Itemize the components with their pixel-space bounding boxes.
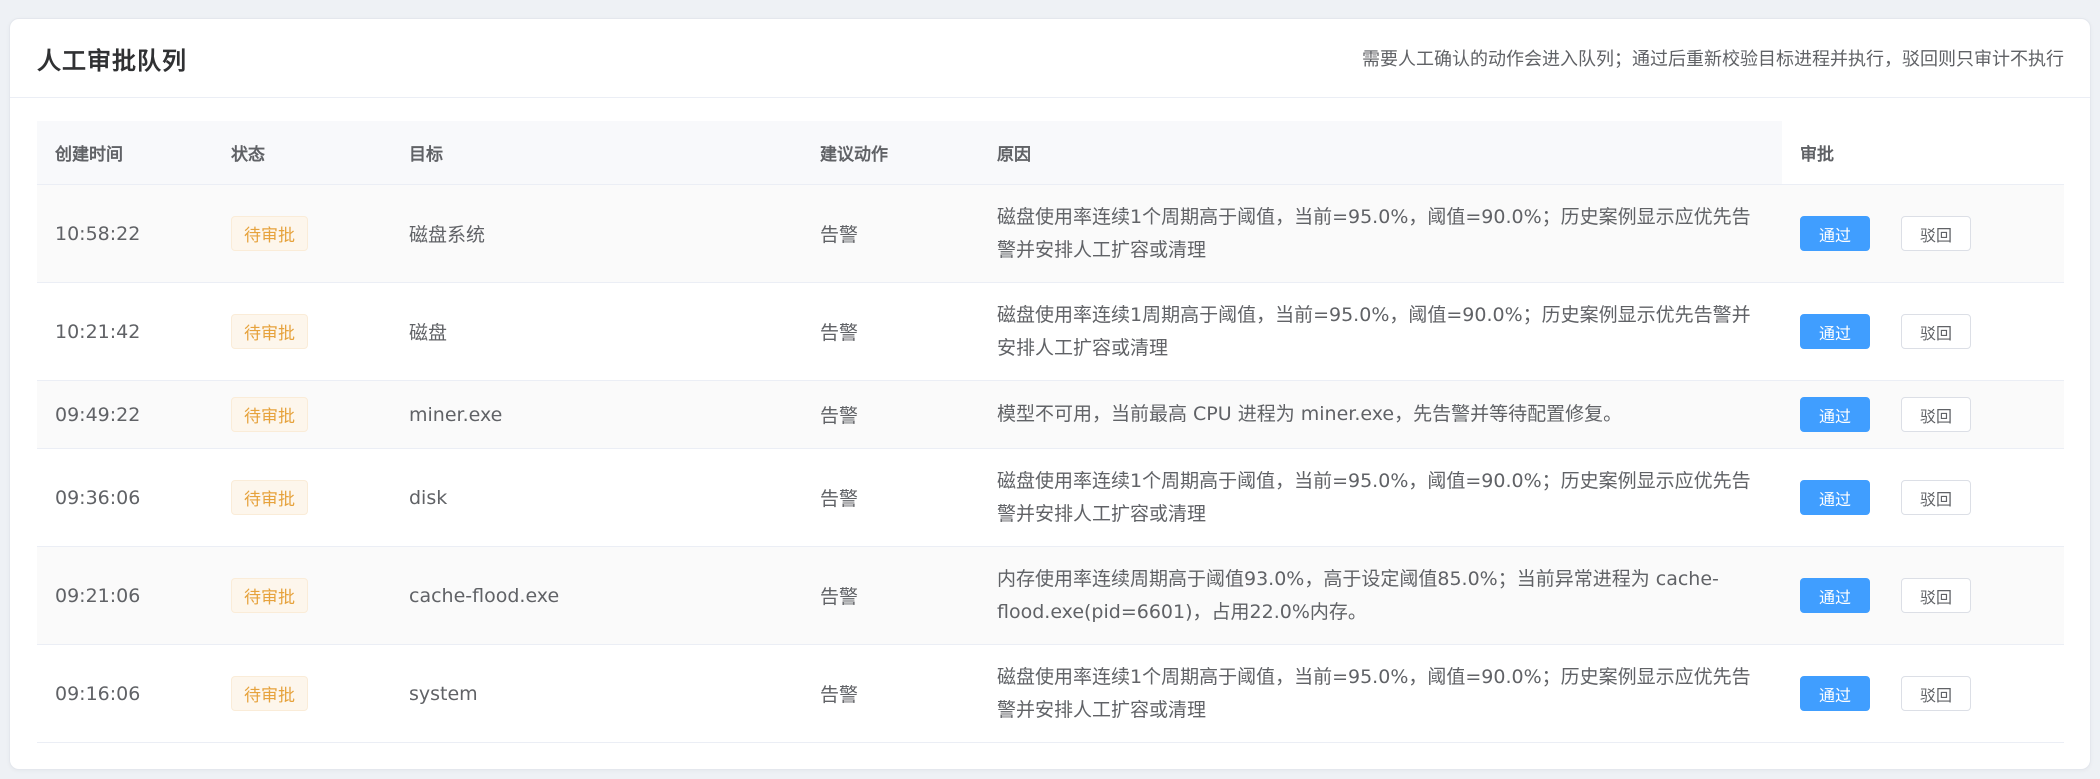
cell-action: 告警 (820, 488, 859, 510)
table-row: 10:58:22 待审批 磁盘系统 告警 磁盘使用率连续1个周期高于阈值，当前=… (37, 185, 2064, 283)
reject-button[interactable]: 驳回 (1901, 480, 1971, 515)
approve-button[interactable]: 通过 (1800, 578, 1870, 613)
cell-time: 09:16:06 (55, 682, 141, 705)
cell-reason: 磁盘使用率连续1个周期高于阈值，当前=95.0%，阈值=90.0%；历史案例显示… (997, 469, 1751, 525)
table-row: 09:36:06 待审批 disk 告警 磁盘使用率连续1个周期高于阈值，当前=… (37, 449, 2064, 547)
cell-approval-actions: 通过 驳回 (1782, 216, 2064, 251)
approve-button[interactable]: 通过 (1800, 676, 1870, 711)
cell-status: 待审批 (213, 216, 391, 251)
cell-status: 待审批 (213, 676, 391, 711)
table-row: 09:21:06 待审批 cache-flood.exe 告警 内存使用率连续周… (37, 547, 2064, 645)
cell-approval-actions: 通过 驳回 (1782, 314, 2064, 349)
status-badge: 待审批 (231, 397, 308, 432)
column-header-suggested-action: 建议动作 (820, 145, 888, 165)
table-row: 09:16:06 待审批 system 告警 磁盘使用率连续1个周期高于阈值，当… (37, 645, 2064, 743)
column-header-target: 目标 (409, 145, 443, 165)
cell-action: 告警 (820, 224, 859, 246)
approve-button[interactable]: 通过 (1800, 397, 1870, 432)
reject-button[interactable]: 驳回 (1901, 676, 1971, 711)
reject-button[interactable]: 驳回 (1901, 578, 1971, 613)
cell-status: 待审批 (213, 314, 391, 349)
status-badge: 待审批 (231, 578, 308, 613)
cell-time: 10:58:22 (55, 222, 141, 245)
cell-reason: 磁盘使用率连续1个周期高于阈值，当前=95.0%，阈值=90.0%；历史案例显示… (997, 665, 1751, 721)
cell-approval-actions: 通过 驳回 (1782, 397, 2064, 432)
cell-action: 告警 (820, 322, 859, 344)
status-badge: 待审批 (231, 216, 308, 251)
reject-button[interactable]: 驳回 (1901, 397, 1971, 432)
approval-queue-panel: 人工审批队列 需要人工确认的动作会进入队列；通过后重新校验目标进程并执行，驳回则… (9, 18, 2091, 770)
cell-target: 磁盘 (409, 322, 448, 344)
cell-reason: 内存使用率连续周期高于阈值93.0%，高于设定阈值85.0%；当前异常进程为 c… (997, 567, 1719, 623)
column-header-reason: 原因 (997, 145, 1031, 165)
reject-button[interactable]: 驳回 (1901, 314, 1971, 349)
column-header-created-time: 创建时间 (55, 145, 123, 165)
status-badge: 待审批 (231, 314, 308, 349)
cell-approval-actions: 通过 驳回 (1782, 578, 2064, 613)
cell-time: 09:49:22 (55, 403, 141, 426)
status-badge: 待审批 (231, 676, 308, 711)
cell-status: 待审批 (213, 480, 391, 515)
status-badge: 待审批 (231, 480, 308, 515)
cell-approval-actions: 通过 驳回 (1782, 676, 2064, 711)
cell-reason: 模型不可用，当前最高 CPU 进程为 miner.exe，先告警并等待配置修复。 (997, 403, 1623, 425)
panel-title: 人工审批队列 (37, 46, 187, 75)
cell-reason: 磁盘使用率连续1周期高于阈值，当前=95.0%，阈值=90.0%；历史案例显示优… (997, 303, 1751, 359)
cell-approval-actions: 通过 驳回 (1782, 480, 2064, 515)
table-row: 10:21:42 待审批 磁盘 告警 磁盘使用率连续1周期高于阈值，当前=95.… (37, 283, 2064, 381)
cell-time: 09:21:06 (55, 584, 141, 607)
cell-reason: 磁盘使用率连续1个周期高于阈值，当前=95.0%，阈值=90.0%；历史案例显示… (997, 205, 1751, 261)
cell-target: system (409, 682, 478, 705)
column-header-status: 状态 (231, 145, 265, 165)
panel-description: 需要人工确认的动作会进入队列；通过后重新校验目标进程并执行，驳回则只审计不执行 (1362, 49, 2064, 70)
table-row: 09:49:22 待审批 miner.exe 告警 模型不可用，当前最高 CPU… (37, 381, 2064, 449)
cell-target: miner.exe (409, 403, 503, 426)
cell-action: 告警 (820, 405, 859, 427)
approve-button[interactable]: 通过 (1800, 216, 1870, 251)
cell-time: 10:21:42 (55, 320, 141, 343)
cell-action: 告警 (820, 684, 859, 706)
cell-target: 磁盘系统 (409, 224, 486, 246)
cell-action: 告警 (820, 586, 859, 608)
cell-time: 09:36:06 (55, 486, 141, 509)
approval-table: 创建时间 状态 目标 建议动作 原因 审批 10:58:22 待审批 磁盘系统 … (37, 121, 2064, 743)
column-header-approval: 审批 (1782, 121, 2064, 184)
cell-status: 待审批 (213, 397, 391, 432)
panel-header: 人工审批队列 需要人工确认的动作会进入队列；通过后重新校验目标进程并执行，驳回则… (10, 19, 2090, 98)
cell-target: disk (409, 486, 448, 509)
approve-button[interactable]: 通过 (1800, 314, 1870, 349)
approve-button[interactable]: 通过 (1800, 480, 1870, 515)
cell-target: cache-flood.exe (409, 584, 560, 607)
table-header-row: 创建时间 状态 目标 建议动作 原因 审批 (37, 121, 2064, 185)
cell-status: 待审批 (213, 578, 391, 613)
reject-button[interactable]: 驳回 (1901, 216, 1971, 251)
